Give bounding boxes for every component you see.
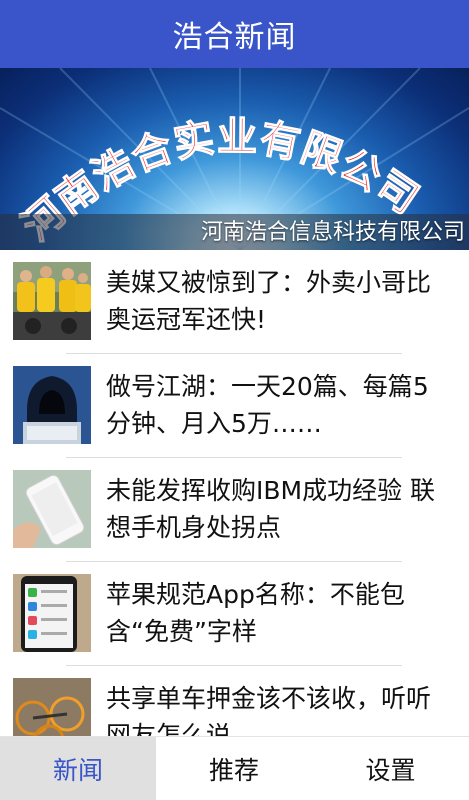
hooded-hacker-thumbnail [13,366,91,444]
tab-settings-label: 设置 [365,756,416,785]
news-app: 浩合新闻 河南浩合实业有限公司 [0,0,469,800]
news-title: 共享单车押金该不该收，听听网友怎么说 [106,684,432,736]
news-item[interactable]: 未能发挥收购IBM成功经验 联想手机身处拐点 [0,458,469,562]
shared-bikes-thumbnail [13,678,91,736]
tab-settings[interactable]: 设置 [312,737,469,800]
bottom-tab-bar: 新闻 推荐 设置 [0,736,469,800]
iphone-app-store-thumbnail [13,574,91,652]
news-item[interactable]: 苹果规范App名称：不能包含“免费”字样 [0,562,469,666]
news-title: 未能发挥收购IBM成功经验 联想手机身处拐点 [106,476,436,542]
tab-news[interactable]: 新闻 [0,737,156,800]
news-item[interactable]: 共享单车押金该不该收，听听网友怎么说 [0,666,469,736]
page-title: 浩合新闻 [172,20,297,55]
title-bar: 浩合新闻 [0,0,469,68]
news-title: 美媒又被惊到了：外卖小哥比奥运冠军还快! [106,268,432,334]
banner-carousel[interactable]: 河南浩合实业有限公司 河南浩合信息科技有限公司 [0,68,469,250]
tab-news-label: 新闻 [52,756,103,785]
tab-recommend[interactable]: 推荐 [156,737,312,800]
news-item[interactable]: 做号江湖：一天20篇、每篇5分钟、月入5万…… [0,354,469,458]
delivery-riders-thumbnail [13,262,91,340]
news-item[interactable]: 美媒又被惊到了：外卖小哥比奥运冠军还快! [0,250,469,354]
news-title: 做号江湖：一天20篇、每篇5分钟、月入5万…… [106,372,429,438]
news-list: 美媒又被惊到了：外卖小哥比奥运冠军还快! 做号江湖：一天20篇、每篇5分钟、月入… [0,250,469,736]
tab-recommend-label: 推荐 [208,756,259,785]
banner-caption: 河南浩合信息科技有限公司 [200,220,465,245]
news-title: 苹果规范App名称：不能包含“免费”字样 [106,580,405,646]
white-smartphone-thumbnail [13,470,91,548]
